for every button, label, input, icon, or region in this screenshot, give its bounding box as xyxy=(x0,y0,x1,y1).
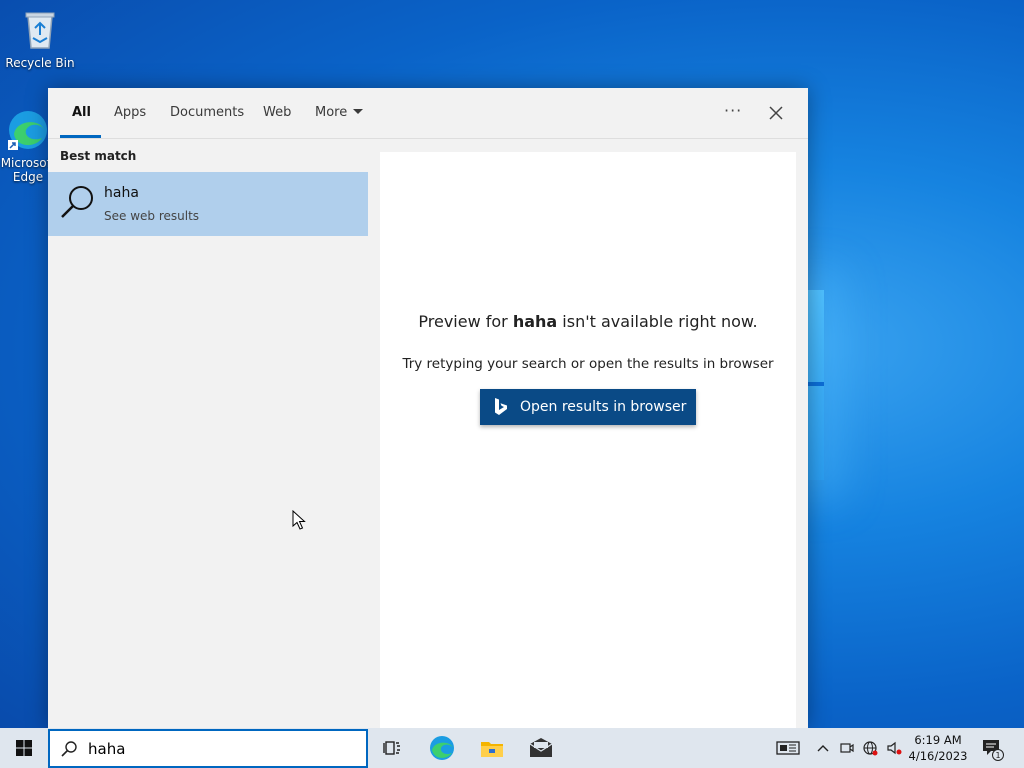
task-view-button[interactable] xyxy=(378,734,406,762)
more-options-button[interactable]: ··· xyxy=(724,101,742,120)
open-results-in-browser-button[interactable]: Open results in browser xyxy=(480,389,696,425)
preview-headline: Preview for haha isn't available right n… xyxy=(380,312,796,331)
result-subtitle: See web results xyxy=(104,209,200,223)
mouse-cursor-icon xyxy=(292,510,306,530)
news-and-interests-button[interactable] xyxy=(776,740,800,756)
preview-headline-pre: Preview for xyxy=(418,312,513,331)
taskbar-mail-button[interactable] xyxy=(527,734,555,762)
search-tabs: All Apps Documents Web More ··· xyxy=(48,88,808,139)
bing-icon xyxy=(495,398,507,415)
news-icon xyxy=(776,741,800,755)
close-icon xyxy=(769,106,783,120)
best-match-result[interactable]: haha See web results xyxy=(48,172,368,236)
search-icon xyxy=(61,741,77,757)
tab-all[interactable]: All xyxy=(72,105,91,120)
speaker-muted-icon xyxy=(887,741,902,755)
preview-pane: Preview for haha isn't available right n… xyxy=(380,152,796,728)
best-match-heading: Best match xyxy=(60,149,137,163)
action-center-button[interactable]: 1 xyxy=(980,737,1004,761)
desktop-icon-recycle-bin[interactable]: Recycle Bin xyxy=(2,8,78,70)
taskbar-edge-button[interactable] xyxy=(428,734,456,762)
recycle-bin-icon xyxy=(18,8,62,52)
active-tab-indicator xyxy=(60,135,101,138)
search-panel: All Apps Documents Web More ··· Best mat… xyxy=(48,88,808,728)
edge-icon xyxy=(6,108,50,152)
clock-date: 4/16/2023 xyxy=(908,749,968,763)
start-button[interactable] xyxy=(0,728,48,768)
clock-time: 6:19 AM xyxy=(914,733,962,747)
result-title: haha xyxy=(104,185,139,201)
notification-count: 1 xyxy=(995,751,1000,760)
preview-headline-post: isn't available right now. xyxy=(557,312,758,331)
clock[interactable]: 6:19 AM 4/16/2023 xyxy=(906,732,970,764)
close-button[interactable] xyxy=(766,103,786,123)
preview-headline-query: haha xyxy=(512,312,558,331)
search-icon xyxy=(58,182,98,222)
open-results-label: Open results in browser xyxy=(520,399,687,415)
meet-now-button[interactable] xyxy=(839,740,855,756)
globe-icon xyxy=(863,741,878,756)
edge-icon xyxy=(430,736,454,760)
notification-icon: 1 xyxy=(983,740,1004,761)
taskbar: 6:19 AM 4/16/2023 1 xyxy=(0,728,1024,768)
windows-icon xyxy=(16,740,32,756)
preview-hint: Try retyping your search or open the res… xyxy=(402,356,774,372)
tab-documents[interactable]: Documents xyxy=(170,105,244,120)
mail-icon xyxy=(529,738,553,757)
desktop-wallpaper-light xyxy=(808,290,824,480)
folder-icon xyxy=(481,742,503,757)
tab-more[interactable]: More xyxy=(315,105,364,120)
taskbar-file-explorer-button[interactable] xyxy=(478,734,506,762)
task-view-icon xyxy=(383,741,400,755)
volume-button[interactable] xyxy=(886,740,902,756)
recycle-bin-label: Recycle Bin xyxy=(5,56,75,70)
show-hidden-icons-button[interactable] xyxy=(815,740,831,756)
tab-web[interactable]: Web xyxy=(263,105,291,120)
tab-more-label: More xyxy=(315,105,348,120)
search-input[interactable] xyxy=(88,739,348,759)
taskbar-search-box[interactable] xyxy=(48,729,368,768)
tab-apps[interactable]: Apps xyxy=(114,105,146,120)
chevron-up-icon xyxy=(817,745,829,752)
camera-icon xyxy=(840,743,854,753)
chevron-down-icon xyxy=(353,109,364,114)
network-button[interactable] xyxy=(862,740,878,756)
